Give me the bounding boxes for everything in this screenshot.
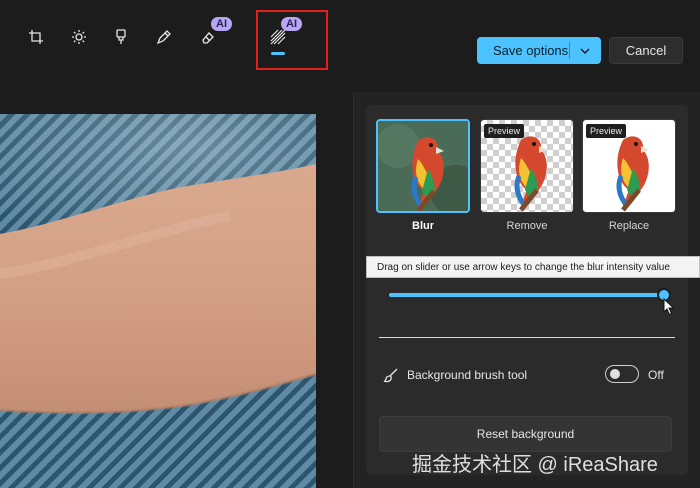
replace-option[interactable]: Preview [582,119,676,213]
save-options-label: Save options [493,43,569,58]
ai-badge: AI [211,17,232,31]
crop-icon [29,30,43,44]
remove-option-label: Remove [506,220,548,232]
replace-option-label: Replace [608,220,650,232]
preview-tag: Preview [484,124,525,138]
blur-option[interactable] [376,119,470,213]
toolbar: AI AI Save options Cancel [0,0,700,90]
slider-tooltip: Drag on slider or use arrow keys to chan… [366,256,700,278]
highlight-box [256,10,328,70]
parrot-thumbnail [378,121,468,211]
toggle-knob [610,369,620,379]
brush-tool-toggle[interactable] [605,365,639,383]
blur-intensity-slider-track[interactable] [389,293,665,297]
brush-icon [383,368,398,383]
filter-icon [116,29,126,44]
crop-tool-button[interactable] [21,22,51,52]
markup-tool-button[interactable] [149,22,179,52]
filter-tool-button[interactable] [106,22,136,52]
eraser-icon [202,32,214,44]
save-options-button[interactable]: Save options [477,37,601,64]
erase-tool-button[interactable]: AI [193,17,232,52]
brightness-icon [72,30,86,44]
cancel-button[interactable]: Cancel [609,37,683,64]
split-divider [569,42,570,59]
photo-subject [0,164,316,415]
preview-tag: Preview [586,124,627,138]
chevron-down-icon[interactable] [577,43,593,59]
watermark: 掘金技术社区 @ iReaShare [412,454,658,476]
remove-option[interactable]: Preview [480,119,574,213]
section-divider [379,337,675,338]
adjust-tool-button[interactable] [64,22,94,52]
blur-option-label: Blur [412,220,434,232]
reset-background-button[interactable]: Reset background [379,416,672,452]
pen-icon [156,30,171,45]
toggle-state-label: Off [648,368,664,382]
background-brush-row: Background brush tool Off [379,363,679,387]
mouse-cursor-icon [663,298,675,316]
image-canvas[interactable] [0,114,316,488]
brush-tool-label: Background brush tool [407,368,528,382]
